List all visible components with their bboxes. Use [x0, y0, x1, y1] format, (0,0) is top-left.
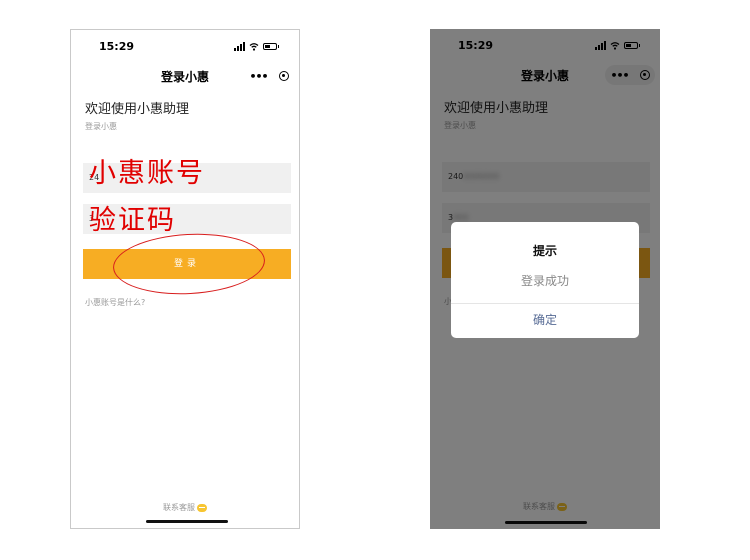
chat-bubble-icon: [197, 503, 207, 512]
close-target-icon[interactable]: [278, 71, 289, 81]
dialog-message: 登录成功: [520, 274, 569, 288]
more-icon[interactable]: •••: [249, 70, 268, 83]
status-bar: 15:29: [71, 40, 299, 56]
account-help-link[interactable]: 小惠账号是什么?: [85, 297, 145, 308]
phone-screen-login: 15:29 登录小惠 ••• 欢迎使用小惠助理 登录小惠 24 3 登录 小惠账…: [70, 29, 300, 529]
phone-screen-success: 15:29 登录小惠 ••• 欢迎使用小惠助理 登录小惠 2400000000 …: [430, 29, 660, 529]
login-success-dialog: 提示 登录成功 确定: [451, 222, 639, 338]
annotation-account-label: 小惠账号: [89, 158, 205, 189]
annotation-circle: [111, 230, 267, 298]
login-subtitle: 登录小惠: [85, 122, 117, 131]
wifi-icon: [249, 43, 259, 51]
signal-icon: [234, 42, 245, 51]
nav-bar: 登录小惠 •••: [71, 66, 299, 88]
status-time: 15:29: [99, 40, 135, 53]
dialog-confirm-button[interactable]: 确定: [451, 303, 639, 338]
annotation-code-label: 验证码: [89, 205, 176, 236]
home-indicator: [146, 520, 228, 523]
status-icons: [234, 42, 279, 51]
dialog-title: 提示: [532, 244, 557, 258]
contact-service-link[interactable]: 联系客服: [71, 502, 299, 513]
welcome-heading: 欢迎使用小惠助理: [85, 102, 190, 117]
mini-program-capsule: •••: [244, 66, 294, 86]
contact-service-label: 联系客服: [163, 503, 195, 512]
battery-icon: [263, 43, 279, 50]
